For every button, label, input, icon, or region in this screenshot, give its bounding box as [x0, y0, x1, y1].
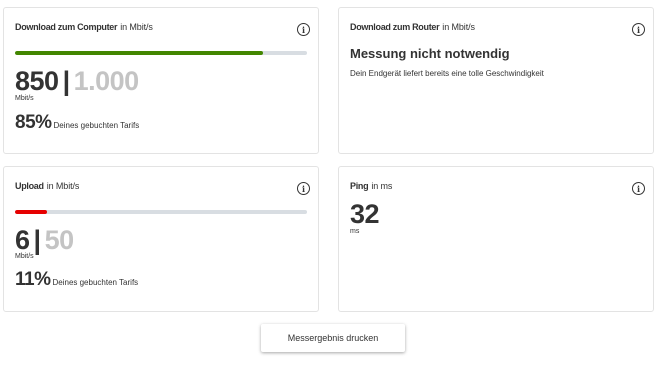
- download-computer-progress-bar: [15, 51, 307, 55]
- speed-unit: Mbit/s: [15, 253, 34, 260]
- ping-value: 32: [350, 199, 380, 229]
- upload-progress-bar: [15, 210, 307, 214]
- percent-value: 11%: [15, 269, 51, 290]
- info-icon[interactable]: i: [632, 23, 645, 36]
- download-computer-progress-fill: [15, 51, 264, 55]
- download-router-title: Download zum Router in Mbit/s: [350, 22, 475, 32]
- ping-card: Ping in ms i 32 ms: [338, 166, 654, 312]
- speed-unit: Mbit/s: [15, 95, 34, 102]
- router-subtext: Dein Endgerät liefert bereits eine tolle…: [350, 69, 544, 78]
- upload-title: Upload in Mbit/s: [15, 181, 80, 191]
- booked-value: 1.000: [73, 66, 140, 96]
- ping-unit: ms: [350, 228, 360, 235]
- info-icon[interactable]: i: [297, 182, 310, 195]
- percent-value: 85%: [15, 112, 52, 133]
- router-headline: Messung nicht notwendig: [350, 46, 510, 61]
- print-result-button[interactable]: Messergebnis drucken: [261, 324, 405, 352]
- upload-percent: 11% Deines gebuchten Tarifs: [15, 269, 138, 291]
- download-computer-percent: 85% Deines gebuchten Tarifs: [15, 112, 139, 134]
- percent-label: Deines gebuchten Tarifs: [52, 278, 139, 287]
- upload-speed: 6 | 50: [15, 225, 74, 255]
- ping-title: Ping in ms: [350, 181, 393, 191]
- measured-value: 850: [15, 66, 59, 96]
- download-computer-card: Download zum Computer in Mbit/s i 850 | 1.0…: [3, 7, 319, 154]
- info-icon[interactable]: i: [632, 182, 645, 195]
- booked-value: 50: [44, 225, 75, 255]
- download-computer-speed: 850 | 1.000: [15, 66, 139, 96]
- download-computer-title: Download zum Computer in Mbit/s: [15, 22, 153, 32]
- measured-value: 6: [15, 225, 30, 255]
- download-router-card: Download zum Router in Mbit/s i Messung n…: [338, 7, 654, 154]
- info-icon[interactable]: i: [297, 23, 310, 36]
- value-separator: |: [33, 225, 42, 255]
- percent-label: Deines gebuchten Tarifs: [53, 121, 140, 130]
- upload-progress-fill: [15, 210, 48, 214]
- upload-card: Upload in Mbit/s i 6 | 50 Mbit/s 11% Deines…: [3, 166, 319, 312]
- value-separator: |: [62, 66, 71, 96]
